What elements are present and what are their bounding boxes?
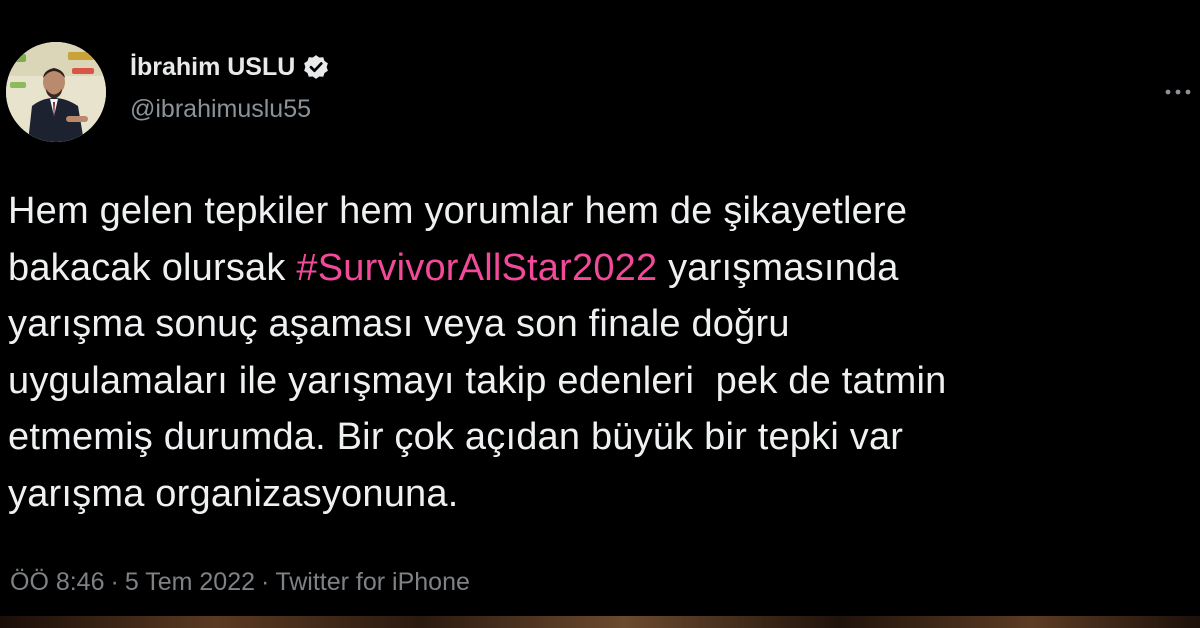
tweet-line: yarışma organizasyonuna. xyxy=(8,466,1188,523)
hashtag-link[interactable]: #SurvivorAllStar2022 xyxy=(296,247,657,289)
display-name-text: İbrahim USLU xyxy=(130,52,296,81)
tweet-meta: ÖÖ 8:46 · 5 Tem 2022 · Twitter for iPhone xyxy=(10,568,470,597)
tweet-line-text: Hem gelen tepkiler hem yorumlar hem de ş… xyxy=(8,190,908,232)
tweet-time[interactable]: ÖÖ 8:46 xyxy=(10,568,105,596)
tweet-line: bakacak olursak #SurvivorAllStar2022 yar… xyxy=(8,240,1188,297)
tweet-line-text: uygulamaları ile yarışmayı takip edenler… xyxy=(8,359,947,402)
tweet-line-text: yarışmasında xyxy=(657,246,899,289)
tweet-line: etmemiş durumda. Bir çok açıdan büyük bi… xyxy=(8,409,1188,466)
tweet-line: uygulamaları ile yarışmayı takip edenler… xyxy=(8,353,1188,410)
verified-badge-icon xyxy=(301,52,331,82)
tweet-line: Hem gelen tepkiler hem yorumlar hem de ş… xyxy=(8,183,1188,240)
tweet-line: yarışma sonuç aşaması veya son finale do… xyxy=(8,296,1188,353)
tweet-card: İbrahim USLU @ibrahimuslu55 Hem gelen te… xyxy=(0,0,1200,628)
tweet-source[interactable]: Twitter for iPhone xyxy=(275,568,470,596)
more-dots-icon[interactable] xyxy=(1160,82,1196,102)
avatar[interactable] xyxy=(6,42,106,142)
tweet-line-text: etmemiş durumda. Bir çok açıdan büyük bi… xyxy=(8,416,904,458)
background-image-strip xyxy=(0,616,1200,628)
tweet-line-text: yarışma sonuç aşaması veya son finale do… xyxy=(8,303,790,345)
tweet-line-text: bakacak olursak xyxy=(8,246,297,289)
meta-separator: · xyxy=(261,568,270,596)
user-handle[interactable]: @ibrahimuslu55 xyxy=(130,95,311,124)
meta-separator: · xyxy=(110,568,119,596)
tweet-date[interactable]: 5 Tem 2022 xyxy=(125,568,255,596)
tweet-text: Hem gelen tepkiler hem yorumlar hem de ş… xyxy=(8,183,1188,522)
display-name[interactable]: İbrahim USLU xyxy=(130,52,331,82)
avatar-image xyxy=(6,42,106,142)
tweet-line-text: yarışma organizasyonuna. xyxy=(8,472,459,515)
